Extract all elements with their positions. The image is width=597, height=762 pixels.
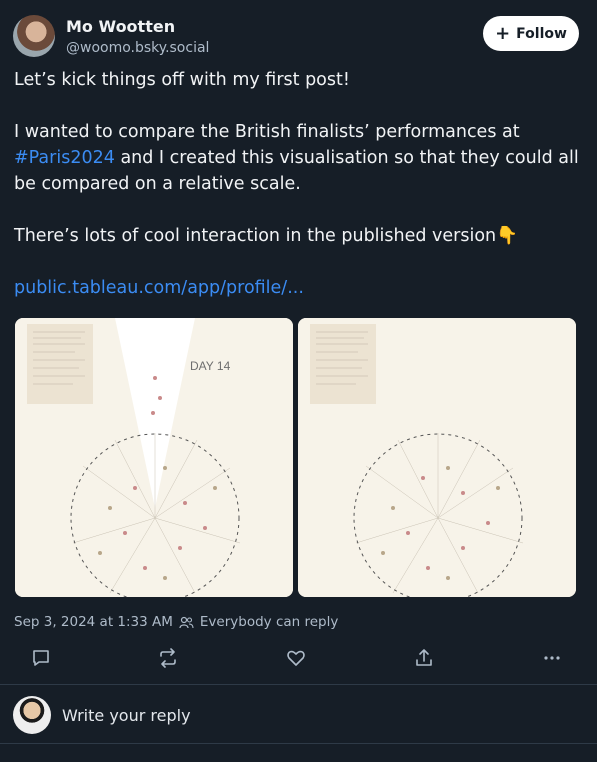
reply-button[interactable] <box>28 645 54 671</box>
follow-label: Follow <box>516 25 567 42</box>
post-actions <box>0 645 597 675</box>
post-line-1: Let’s kick things off with my first post… <box>14 70 350 90</box>
post-meta: Sep 3, 2024 at 1:33 AM Everybody can rep… <box>14 614 338 630</box>
plus-icon: + <box>495 22 511 44</box>
post-line-2: I wanted to compare the British finalist… <box>14 119 582 197</box>
more-options-button[interactable] <box>539 645 565 671</box>
follow-button[interactable]: + Follow <box>483 16 579 51</box>
share-button[interactable] <box>411 645 437 671</box>
hashtag-link[interactable]: #Paris2024 <box>14 148 115 168</box>
timestamp[interactable]: Sep 3, 2024 at 1:33 AM <box>14 614 173 630</box>
external-link[interactable]: public.tableau.com/app/profile/... <box>14 278 304 298</box>
reply-setting: Everybody can reply <box>199 614 339 630</box>
day-label: DAY 14 <box>190 359 231 373</box>
share-icon <box>416 649 432 666</box>
reply-input[interactable]: Write your reply <box>62 706 191 725</box>
post-line-3: There’s lots of cool interaction in the … <box>14 226 518 246</box>
reply-composer[interactable]: Write your reply <box>0 685 597 744</box>
repost-icon <box>160 648 176 668</box>
visualisation-image-1[interactable]: DAY 14 <box>15 318 293 597</box>
like-button[interactable] <box>283 645 309 671</box>
radial-viz-2 <box>298 318 576 597</box>
visualisation-image-2[interactable] <box>298 318 576 597</box>
author-avatar[interactable] <box>13 15 55 57</box>
people-icon <box>179 616 194 628</box>
post-text: Let’s kick things off with my first post… <box>14 67 582 301</box>
author-name[interactable]: Mo Wootten <box>66 17 175 36</box>
ellipsis-icon <box>544 656 560 660</box>
post-line-2-pre: I wanted to compare the British finalist… <box>14 122 520 142</box>
heart-icon <box>287 650 305 666</box>
radial-viz-1: DAY 14 <box>15 318 293 597</box>
current-user-avatar <box>13 696 51 734</box>
author-handle[interactable]: @woomo.bsky.social <box>66 40 209 56</box>
comment-icon <box>33 650 49 666</box>
post: Mo Wootten @woomo.bsky.social + Follow L… <box>0 0 597 685</box>
repost-button[interactable] <box>155 645 181 671</box>
image-gallery: DAY 14 <box>15 318 577 597</box>
